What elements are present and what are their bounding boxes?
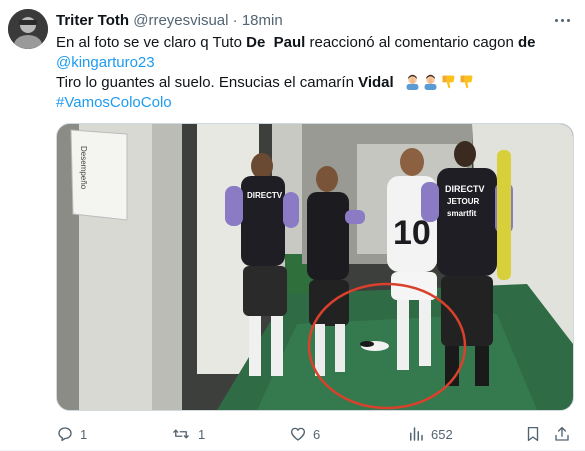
jersey-sponsor-text: JETOUR bbox=[447, 197, 480, 206]
jersey-sponsor-text: DIRECTV bbox=[247, 191, 283, 200]
tweet-text-line-1: En al foto se ve claro q Tuto De Paul re… bbox=[56, 33, 576, 53]
tweet-text-line-2: @kingarturo23 bbox=[56, 53, 576, 73]
man-facepalming-icon bbox=[406, 74, 419, 90]
repost-button[interactable]: 1 bbox=[170, 423, 205, 445]
jersey-sponsor-text: DIRECTV bbox=[445, 184, 485, 194]
avatar[interactable] bbox=[8, 9, 48, 49]
reply-count: 1 bbox=[80, 426, 88, 442]
man-facepalming-icon bbox=[424, 74, 437, 90]
tweet-photo[interactable]: Desempeño DIRECTV 10 DIRECTV JETOUR smar… bbox=[56, 123, 574, 411]
text-bold-segment: De bbox=[246, 34, 266, 51]
locker-room-photo: Desempeño DIRECTV 10 DIRECTV JETOUR smar… bbox=[57, 124, 573, 410]
thumbs-down-icon bbox=[460, 75, 473, 89]
bookmark-icon bbox=[527, 426, 539, 442]
tweet-actions: 1 1 6 652 bbox=[56, 423, 576, 445]
bookmark-button[interactable] bbox=[524, 423, 542, 445]
tweet-header: Triter Toth @rreyesvisual · 18min bbox=[56, 11, 283, 31]
views-button[interactable]: 652 bbox=[407, 423, 453, 445]
tweet-timestamp[interactable]: 18min bbox=[242, 12, 283, 29]
heart-icon bbox=[290, 427, 306, 441]
like-count: 6 bbox=[313, 426, 321, 442]
bar-chart-icon bbox=[410, 427, 423, 441]
reply-icon bbox=[58, 427, 72, 442]
reply-button[interactable]: 1 bbox=[56, 423, 87, 445]
author-name[interactable]: Triter Toth bbox=[56, 12, 129, 29]
text-bold-segment: de bbox=[517, 34, 536, 51]
tweet-text: En al foto se ve claro q Tuto De Paul re… bbox=[56, 33, 576, 113]
wall-sign-text: Desempeño bbox=[79, 146, 88, 190]
like-button[interactable]: 6 bbox=[289, 423, 320, 445]
text-space bbox=[265, 34, 273, 51]
text-segment: Tiro lo guantes al suelo. Ensucias el ca… bbox=[56, 74, 359, 91]
repost-count: 1 bbox=[198, 426, 206, 442]
tweet[interactable]: Triter Toth @rreyesvisual · 18min En al … bbox=[0, 0, 585, 451]
repost-icon bbox=[173, 429, 189, 439]
share-icon bbox=[555, 426, 569, 441]
text-segment: En al foto se ve claro q Tuto bbox=[56, 34, 247, 51]
more-options-icon[interactable] bbox=[548, 10, 576, 30]
thumbs-down-icon bbox=[442, 75, 455, 89]
tweet-text-line-4: #VamosColoColo bbox=[56, 93, 576, 113]
text-bold-segment: Vidal bbox=[358, 74, 394, 91]
author-handle[interactable]: @rreyesvisual bbox=[133, 12, 228, 29]
tweet-text-line-3: Tiro lo guantes al suelo. Ensucias el ca… bbox=[56, 73, 576, 93]
text-segment: reaccionó al comentario cagon bbox=[305, 34, 518, 51]
mention-link[interactable]: @kingarturo23 bbox=[56, 54, 155, 71]
text-bold-segment: Paul bbox=[273, 34, 306, 51]
hashtag-link[interactable]: #VamosColoColo bbox=[56, 94, 172, 111]
jersey-sponsor-text: smartfit bbox=[447, 209, 477, 218]
view-count: 652 bbox=[431, 426, 453, 442]
separator-dot: · bbox=[232, 12, 238, 29]
share-button[interactable] bbox=[553, 423, 571, 445]
